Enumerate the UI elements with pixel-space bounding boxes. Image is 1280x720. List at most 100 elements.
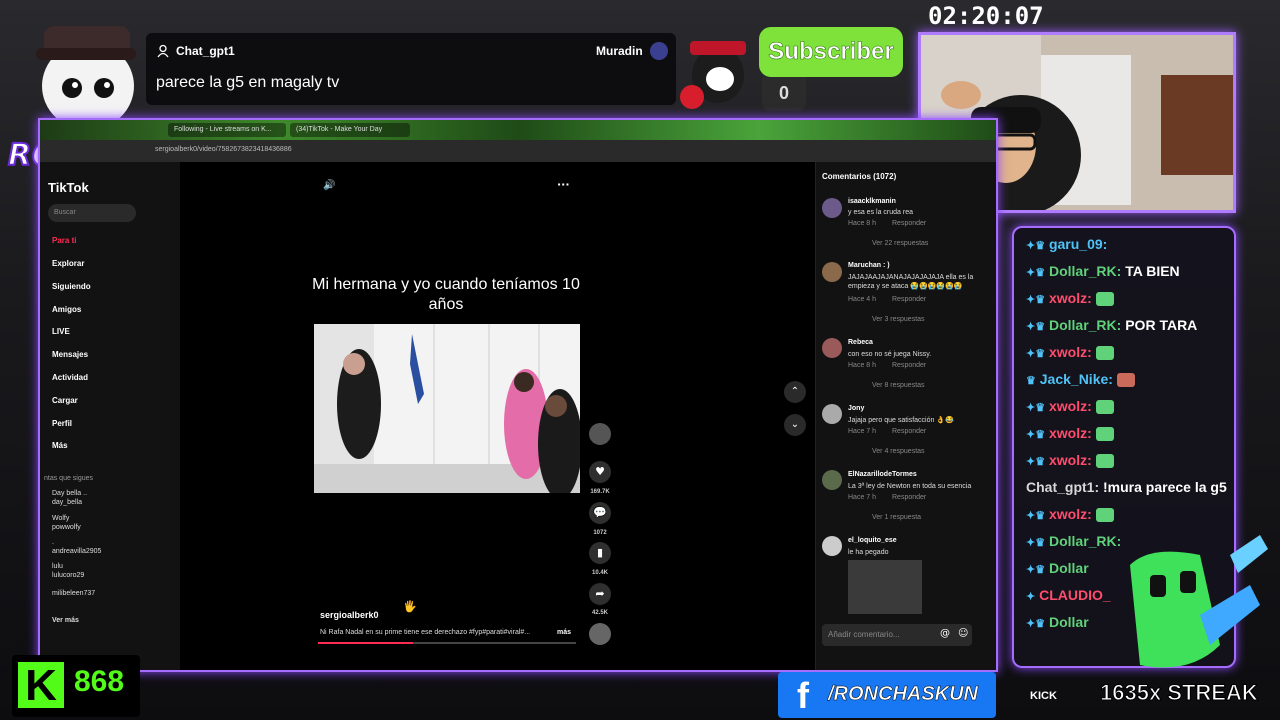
view-replies[interactable]: Ver 3 respuestas — [872, 316, 925, 323]
tiktok-logo[interactable]: TikTok — [48, 180, 89, 195]
chat-badges-icon: ✦♛ — [1026, 564, 1046, 576]
nav-profile[interactable]: Perfil — [52, 419, 72, 428]
comment-sticker-image — [848, 560, 922, 614]
reply-link[interactable]: Responder — [892, 362, 926, 369]
chat-username: xwolz: — [1048, 425, 1092, 441]
chat-badges-icon: ✦♛ — [1026, 402, 1046, 414]
chat-username: Dollar — [1048, 560, 1089, 576]
commenter-avatar[interactable] — [822, 198, 842, 218]
account-name: . — [52, 539, 54, 546]
nav-activity[interactable]: Actividad — [52, 373, 88, 382]
chat-message: ♛ Jack_Nike: — [1026, 371, 1135, 388]
chat-message: ✦♛ xwolz: — [1026, 452, 1114, 469]
comment-text: Jajaja pero que satisfacción 👌😂 — [848, 417, 954, 424]
commenter-avatar[interactable] — [822, 470, 842, 490]
mention-icon[interactable]: @ — [940, 628, 950, 639]
like-icon[interactable]: ♥ — [589, 461, 611, 483]
tiktok-search[interactable]: Buscar — [48, 204, 136, 222]
chat-badges-icon: ✦♛ — [1026, 618, 1046, 630]
browser-tab-active[interactable]: (34)TikTok - Make Your Day — [290, 123, 410, 137]
commenter-name[interactable]: el_loquito_ese — [848, 537, 897, 544]
chat-username: xwolz: — [1048, 452, 1092, 468]
chat-message: ✦♛ xwolz: — [1026, 290, 1114, 307]
commenter-avatar[interactable] — [822, 338, 842, 358]
commenter-avatar[interactable] — [822, 536, 842, 556]
comment-text: con eso no sé juega Nissy. — [848, 351, 932, 358]
browser-tab[interactable]: Following - Live streams on K... — [168, 123, 286, 137]
chat-username: garu_09: — [1048, 236, 1108, 252]
chat-badges-icon: ✦♛ — [1026, 294, 1046, 306]
followed-account[interactable]: lulu lulucoro29 — [52, 562, 84, 580]
like-count: 169.7K — [590, 489, 610, 495]
more-options-icon[interactable]: ··· — [557, 178, 570, 191]
followed-account[interactable]: milibeleen737 — [52, 589, 95, 598]
see-more-link[interactable]: Ver más — [52, 616, 79, 625]
followed-account[interactable]: Day bella .. day_bella — [52, 489, 87, 507]
account-name: lulu — [52, 563, 63, 570]
commenter-name[interactable]: Rebeca — [848, 339, 873, 346]
commenter-name[interactable]: Maruchan : ) — [848, 262, 890, 269]
comment-text: JAJAJAAJAJANAJAJAJAJAJA ella es la empie… — [848, 274, 974, 290]
account-name: Wolfy — [52, 515, 70, 522]
bookmark-icon[interactable]: ▮ — [589, 542, 611, 564]
view-replies[interactable]: Ver 1 respuesta — [872, 514, 921, 521]
previous-video-button[interactable]: ⌃ — [784, 381, 806, 403]
chat-text: !mura parece la g5 — [1103, 479, 1227, 495]
reply-link[interactable]: Responder — [892, 220, 926, 227]
account-handle: powwolfy — [52, 524, 81, 531]
chat-username: xwolz: — [1048, 290, 1092, 306]
nav-friends[interactable]: Amigos — [52, 305, 81, 314]
chat-message: Chat_gpt1: !mura parece la g5 — [1026, 479, 1227, 495]
chat-message: ✦♛ Dollar_RK: — [1026, 533, 1121, 549]
reply-link[interactable]: Responder — [892, 494, 926, 501]
reply-link[interactable]: Responder — [892, 296, 926, 303]
account-handle: milibeleen737 — [52, 590, 96, 597]
following-header: ntas que sigues — [44, 475, 94, 482]
see-more-description[interactable]: más — [557, 629, 571, 636]
commenter-avatar[interactable] — [822, 404, 842, 424]
chat-badges-icon: ♛ — [1026, 375, 1036, 387]
video-author[interactable]: sergioalberk0 — [320, 610, 379, 620]
url-text[interactable]: sergioalberk0/video/7582673823418436886 — [155, 146, 292, 153]
nav-more[interactable]: Más — [52, 441, 68, 450]
nav-upload[interactable]: Cargar — [52, 396, 78, 405]
video-player[interactable] — [314, 324, 580, 493]
green-mascot-icon — [1130, 535, 1268, 668]
nav-following[interactable]: Siguiendo — [52, 282, 91, 291]
view-replies[interactable]: Ver 22 respuestas — [872, 240, 928, 247]
emoji-icon[interactable]: ☺ — [958, 628, 968, 639]
chat-message: ✦♛ Dollar_RK: TA BIEN — [1026, 263, 1180, 279]
chat-message: ✦♛ xwolz: — [1026, 398, 1114, 415]
nav-messages[interactable]: Mensajes — [52, 350, 88, 359]
sound-disc-icon[interactable] — [589, 623, 611, 645]
chat-badges-icon: ✦♛ — [1026, 348, 1046, 360]
comment-time: Hace 7 h — [848, 428, 877, 435]
commenter-name[interactable]: isaacklkmanin — [848, 198, 896, 205]
reply-link[interactable]: Responder — [892, 428, 926, 435]
followed-account[interactable]: Wolfy powwolfy — [52, 514, 81, 532]
view-replies[interactable]: Ver 4 respuestas — [872, 448, 925, 455]
chat-message: ✦♛ xwolz: — [1026, 425, 1114, 442]
chat-message: ✦♛ Dollar_RK: POR TARA — [1026, 317, 1197, 333]
next-video-button[interactable]: ⌄ — [784, 414, 806, 436]
nav-for-you[interactable]: Para ti — [52, 236, 76, 245]
commenter-name[interactable]: Jony — [848, 405, 864, 412]
nav-live[interactable]: LIVE — [52, 327, 70, 336]
nav-explore[interactable]: Explorar — [52, 259, 84, 268]
account-name: Day bella .. — [52, 490, 88, 497]
chat-text: TA BIEN — [1125, 263, 1180, 279]
comment-icon[interactable]: 💬 — [589, 502, 611, 524]
chat-username: Dollar_RK: — [1048, 263, 1122, 279]
video-frame — [314, 324, 580, 493]
share-icon[interactable]: ➦ — [589, 583, 611, 605]
chat-badges-icon: ✦♛ — [1026, 537, 1046, 549]
creator-avatar[interactable] — [589, 423, 611, 445]
volume-icon[interactable]: 🔊 — [323, 180, 335, 191]
commenter-name[interactable]: ElNazarillodeTormes — [848, 471, 917, 478]
view-replies[interactable]: Ver 8 respuestas — [872, 382, 925, 389]
save-count: 10.4K — [591, 570, 608, 576]
facebook-icon: f — [797, 675, 809, 716]
commenter-avatar[interactable] — [822, 262, 842, 282]
chat-badges-icon: ✦ — [1026, 591, 1036, 603]
followed-account[interactable]: . andreavilla2905 — [52, 538, 101, 556]
